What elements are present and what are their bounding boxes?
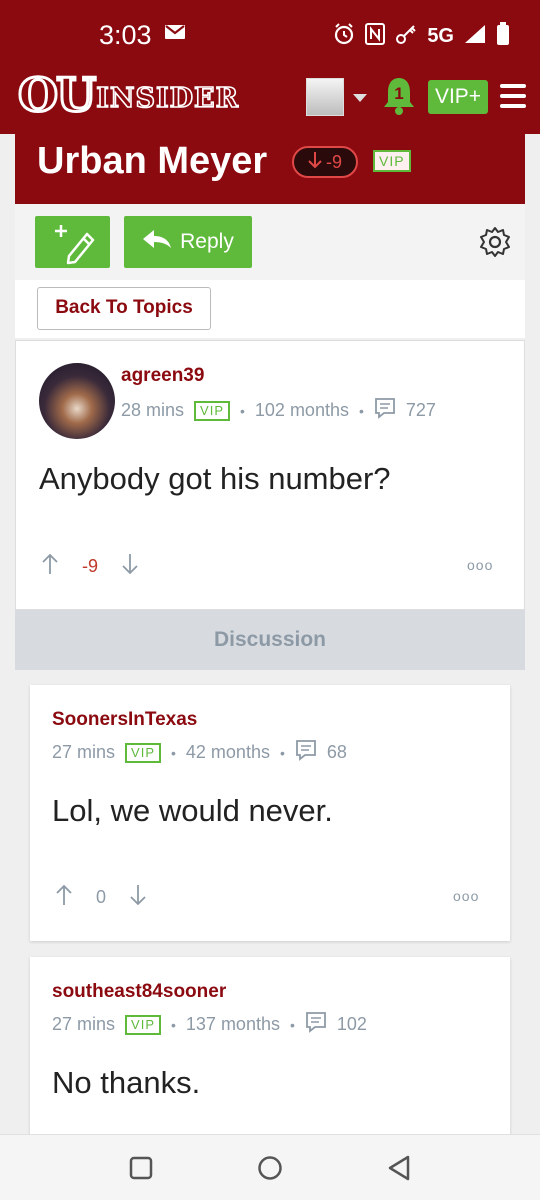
downvote-icon[interactable] <box>130 884 146 911</box>
new-post-button[interactable] <box>35 216 110 268</box>
reply-post: southeast84sooner 27 mins VIP • 137 mont… <box>30 957 510 1137</box>
post-meta: 28 mins VIP • 102 months • 727 <box>121 397 436 424</box>
system-nav-bar <box>0 1134 540 1200</box>
post-author[interactable]: southeast84sooner <box>52 981 226 1003</box>
post-author[interactable]: agreen39 <box>121 365 204 387</box>
separator-dot: • <box>171 1016 176 1033</box>
post-author[interactable]: SoonersInTexas <box>52 709 197 731</box>
comment-icon <box>295 739 317 766</box>
topic-header: Urban Meyer -9 VIP <box>15 134 525 204</box>
downvote-icon[interactable] <box>122 553 138 580</box>
reply-button[interactable]: Reply <box>124 216 252 268</box>
post-body: Anybody got his number? <box>39 461 391 496</box>
post-time: 28 mins <box>121 400 185 420</box>
topic-score-badge: -9 <box>292 146 358 178</box>
member-tenure: 102 months <box>254 400 349 420</box>
recents-icon[interactable] <box>129 1156 153 1185</box>
menu-icon[interactable] <box>500 84 526 108</box>
chevron-down-icon[interactable] <box>353 94 367 102</box>
vip-badge: VIP <box>373 150 411 172</box>
post-body: No thanks. <box>52 1065 201 1100</box>
status-icons: 5G <box>333 22 510 51</box>
post-meta: 27 mins VIP • 42 months • 68 <box>52 739 347 766</box>
logo-insider-text: INSIDER <box>95 82 240 115</box>
upvote-icon[interactable] <box>42 553 58 580</box>
reply-post: SoonersInTexas 27 mins VIP • 42 months •… <box>30 685 510 941</box>
original-post: agreen39 28 mins VIP • 102 months • 727 … <box>15 340 525 610</box>
new-post-icon <box>55 225 95 265</box>
key-icon <box>395 23 417 50</box>
vip-badge: VIP <box>125 1014 161 1035</box>
author-avatar[interactable] <box>39 363 115 439</box>
alarm-icon <box>333 23 355 50</box>
separator-dot: • <box>289 1016 295 1033</box>
reply-label: Reply <box>180 230 234 253</box>
separator-dot: • <box>358 402 364 419</box>
post-count: 102 <box>336 1014 367 1034</box>
topic-title: Urban Meyer <box>37 140 268 182</box>
app-header: OU INSIDER 1 VIP+ <box>0 64 540 134</box>
vote-controls: -9 <box>42 553 138 580</box>
topic-score: -9 <box>325 151 342 172</box>
gear-icon[interactable] <box>479 226 511 258</box>
back-to-topics-button[interactable]: Back To Topics <box>37 287 211 330</box>
separator-dot: • <box>240 402 245 419</box>
status-time: 3:03 <box>99 20 152 50</box>
logo-ou-text: OU <box>16 68 97 122</box>
member-tenure: 42 months <box>185 742 270 762</box>
site-logo[interactable]: OU INSIDER <box>16 68 240 122</box>
user-avatar[interactable] <box>306 78 344 116</box>
more-options-icon[interactable]: ooo <box>453 888 479 904</box>
post-count: 727 <box>405 400 436 420</box>
nfc-icon <box>365 23 386 50</box>
vip-plus-button[interactable]: VIP+ <box>428 80 488 114</box>
post-meta: 27 mins VIP • 137 months • 102 <box>52 1011 367 1038</box>
post-count: 68 <box>326 742 347 762</box>
vote-controls: 0 <box>56 884 146 911</box>
upvote-icon[interactable] <box>56 884 72 911</box>
comment-icon <box>374 397 396 424</box>
status-bar: 3:03 5G <box>0 0 540 64</box>
back-icon[interactable] <box>387 1155 411 1186</box>
arrow-down-icon <box>308 151 322 174</box>
topic-toolbar: Reply <box>15 204 525 280</box>
post-body: Lol, we would never. <box>52 793 333 828</box>
notification-count: 1 <box>394 84 404 103</box>
more-options-icon[interactable]: ooo <box>467 557 493 573</box>
signal-icon <box>464 24 486 49</box>
member-tenure: 137 months <box>185 1014 280 1034</box>
post-time: 27 mins <box>52 742 116 762</box>
separator-dot: • <box>171 744 176 761</box>
post-score: 0 <box>96 887 107 907</box>
vip-badge: VIP <box>194 400 230 421</box>
network-label: 5G <box>427 25 454 47</box>
comment-icon <box>305 1011 327 1038</box>
battery-icon <box>496 22 510 51</box>
separator-dot: • <box>279 744 285 761</box>
post-time: 27 mins <box>52 1014 116 1034</box>
post-score: -9 <box>82 556 99 576</box>
home-icon[interactable] <box>257 1155 283 1186</box>
reply-icon <box>142 229 172 255</box>
vip-badge: VIP <box>125 742 161 763</box>
discussion-header: Discussion <box>15 610 525 670</box>
mail-icon <box>164 24 186 45</box>
